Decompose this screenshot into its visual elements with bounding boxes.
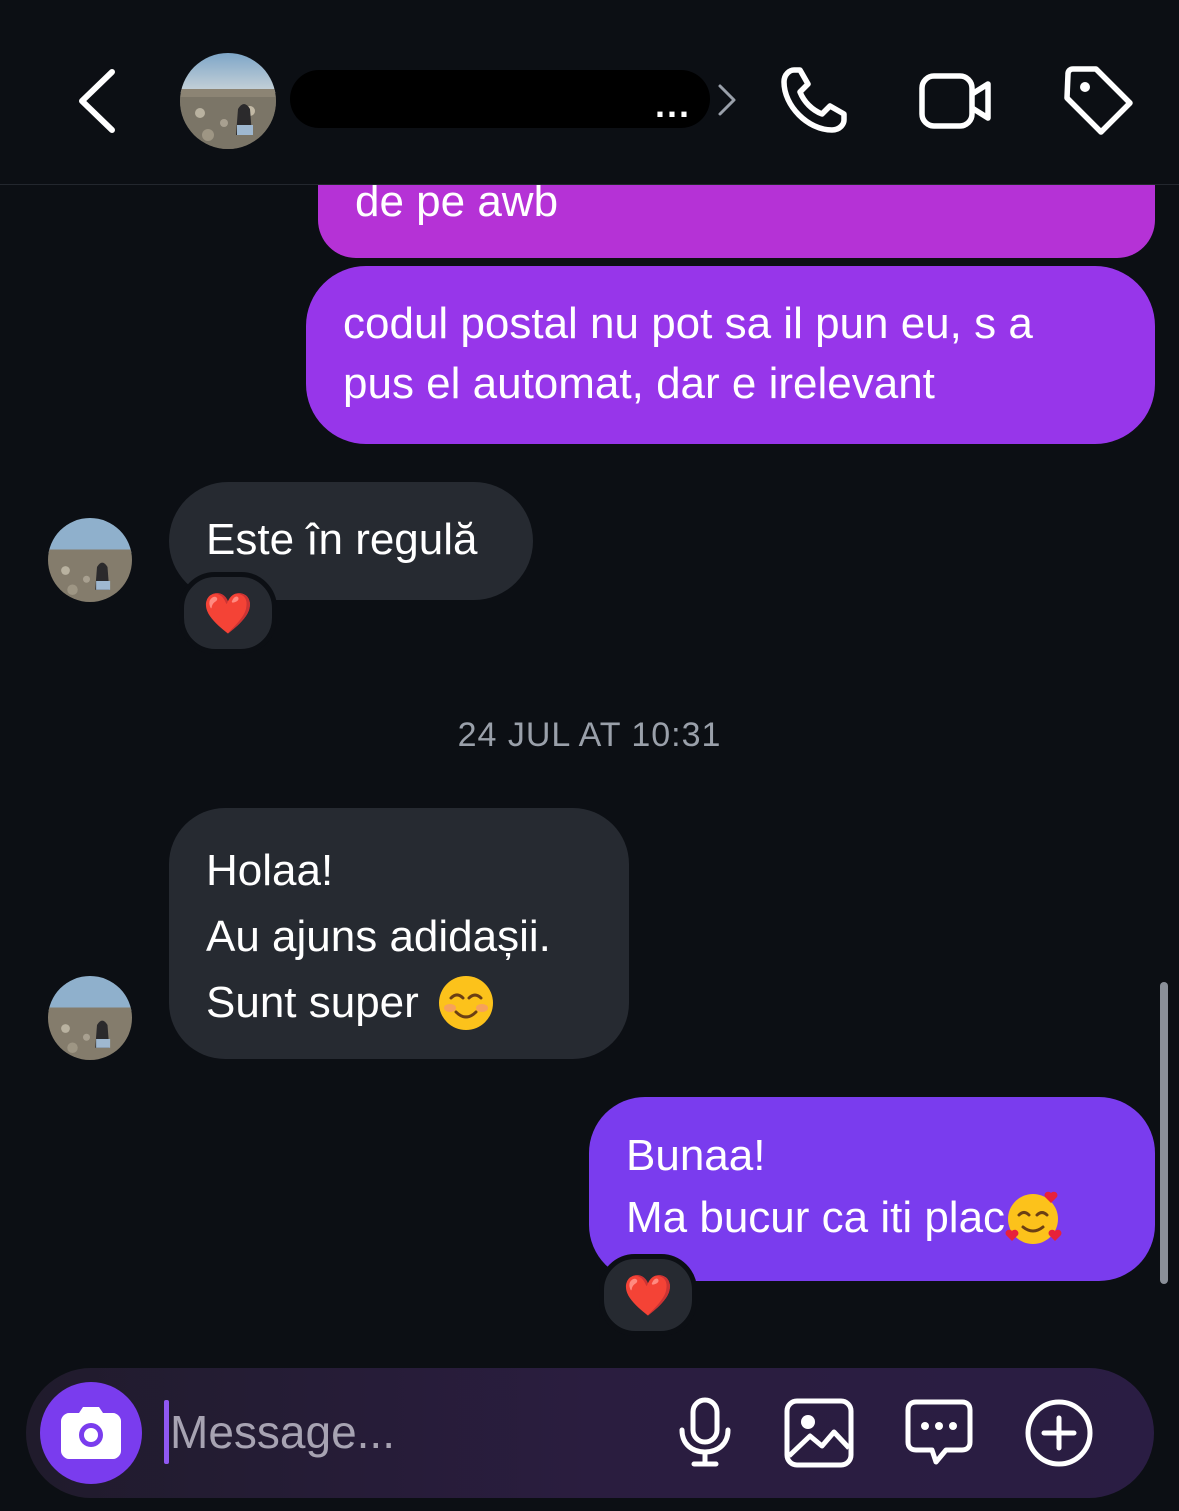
- contact-avatar-small[interactable]: [48, 518, 132, 602]
- message-text: Au ajuns adidașii.: [206, 912, 551, 961]
- message-text: Bunaa!: [626, 1131, 766, 1180]
- chat-header: redacted ...: [0, 0, 1179, 185]
- name-ellipsis: ...: [655, 84, 692, 125]
- chevron-right-icon[interactable]: [712, 80, 742, 120]
- camera-icon: [61, 1407, 121, 1459]
- contact-name[interactable]: redacted: [290, 70, 710, 128]
- phone-icon[interactable]: [776, 62, 852, 138]
- message-composer: [26, 1368, 1154, 1498]
- message-bubble-outgoing[interactable]: codul postal nu pot sa il pun eu, s a pu…: [306, 266, 1155, 444]
- message-text: Sunt super: [206, 978, 419, 1027]
- message-text: Este în regulă: [206, 515, 478, 564]
- message-text: Holaa!: [206, 846, 334, 895]
- chat-bubble-icon[interactable]: [902, 1396, 976, 1470]
- back-button[interactable]: [68, 64, 128, 138]
- contact-avatar[interactable]: [180, 53, 276, 149]
- text-cursor: [164, 1400, 169, 1464]
- message-text: Ma bucur ca iti plac: [626, 1193, 1006, 1242]
- plus-circle-icon[interactable]: [1022, 1396, 1096, 1470]
- timestamp: 24 JUL AT 10:31: [457, 716, 722, 754]
- microphone-icon[interactable]: [668, 1396, 742, 1470]
- message-bubble-outgoing[interactable]: Bunaa! Ma bucur ca iti plac: [589, 1097, 1155, 1281]
- heart-reaction: ❤️: [203, 591, 253, 636]
- reaction-badge[interactable]: ❤️: [179, 572, 277, 654]
- tag-icon[interactable]: [1060, 62, 1136, 138]
- message-text: codul postal nu pot sa il pun eu, s a: [343, 299, 1033, 348]
- video-icon[interactable]: [918, 62, 994, 138]
- smiling-face-emoji: [438, 976, 493, 1030]
- message-text: pus el automat, dar e irelevant: [343, 359, 935, 408]
- message-line: Sunt super: [206, 970, 592, 1036]
- scrollbar[interactable]: [1160, 982, 1168, 1284]
- message-input[interactable]: [170, 1396, 650, 1468]
- message-line: Ma bucur ca iti plac: [626, 1187, 1118, 1249]
- contact-avatar-small[interactable]: [48, 976, 132, 1060]
- message-bubble-incoming[interactable]: Holaa! Au ajuns adidașii. Sunt super: [169, 808, 629, 1059]
- gallery-icon[interactable]: [782, 1396, 856, 1470]
- chevron-left-icon: [79, 69, 115, 133]
- camera-button[interactable]: [40, 1382, 142, 1484]
- smiling-face-with-hearts-emoji: [1005, 1191, 1062, 1244]
- reaction-badge[interactable]: ❤️: [599, 1254, 697, 1336]
- heart-reaction: ❤️: [623, 1273, 673, 1318]
